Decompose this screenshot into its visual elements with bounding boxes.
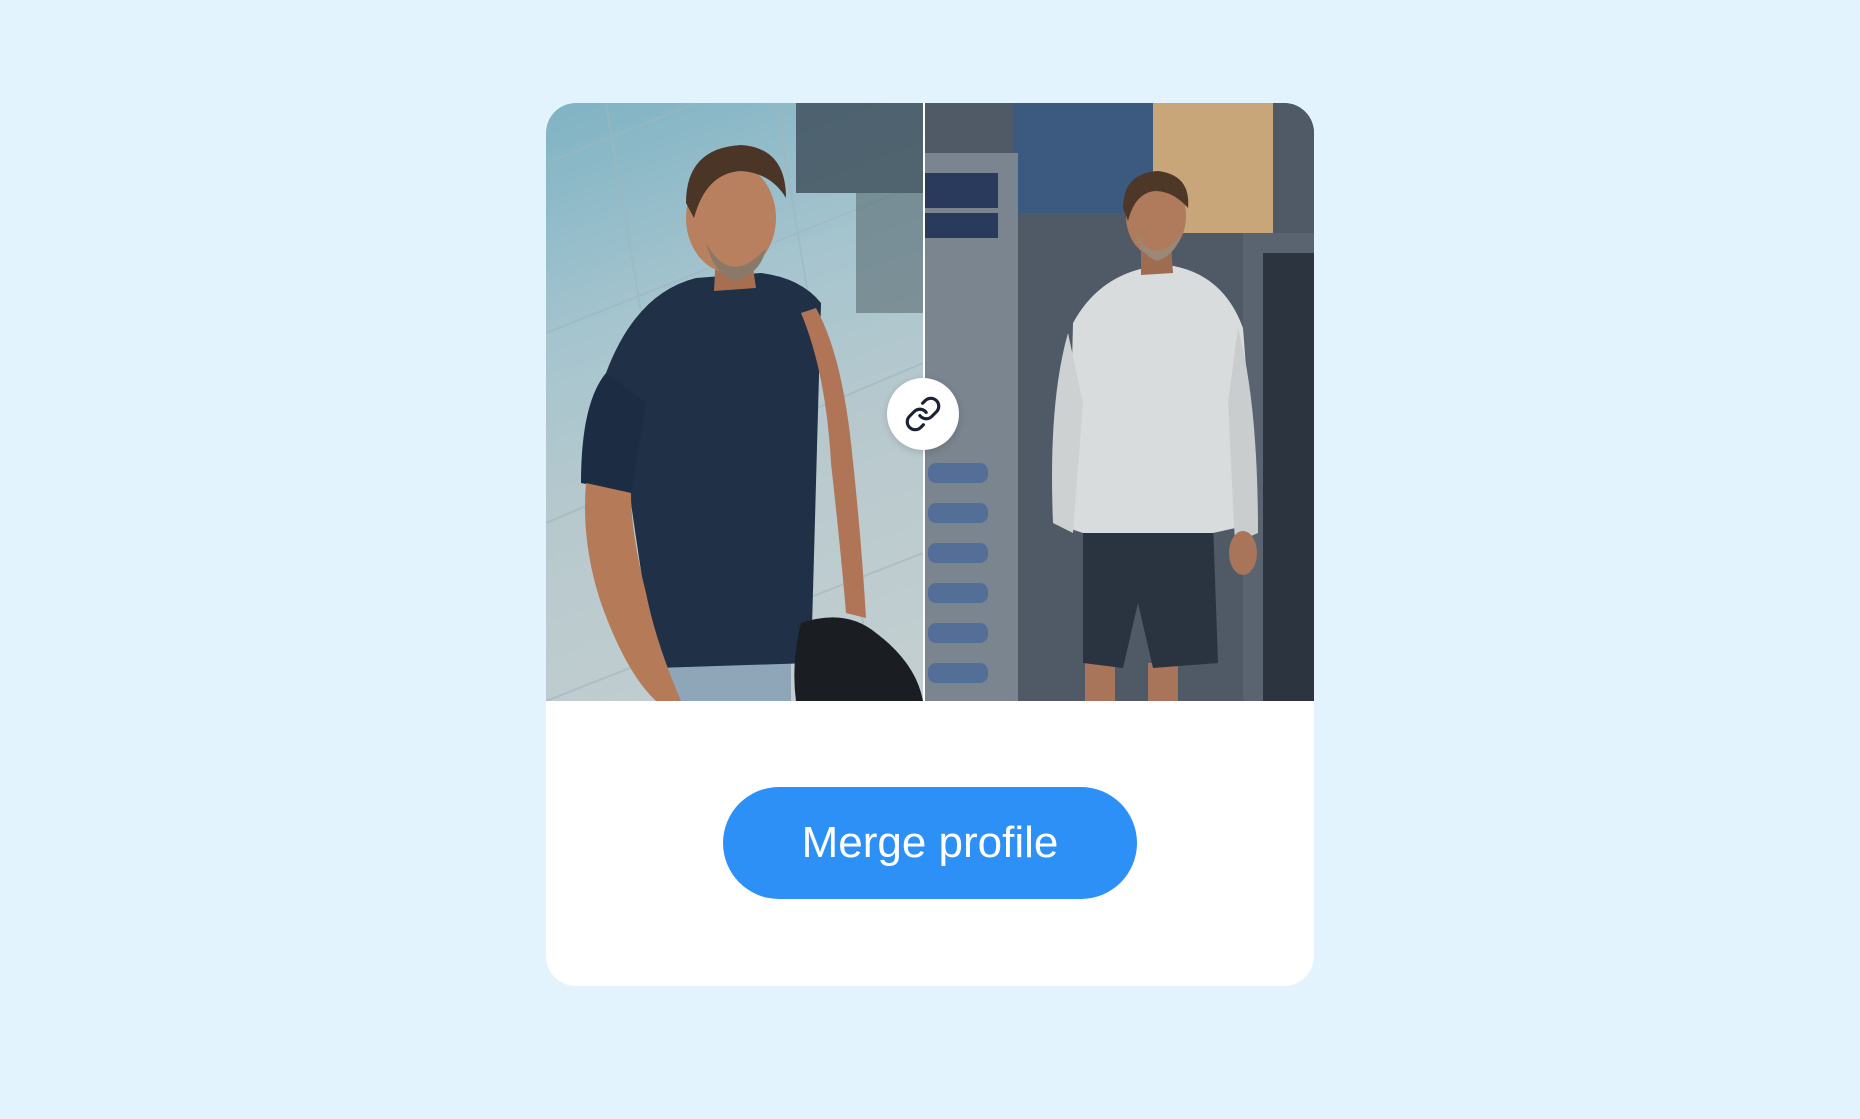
photo-comparison	[546, 103, 1314, 701]
right-person-photo	[923, 103, 1314, 701]
merge-card: Merge profile	[546, 103, 1314, 986]
right-person-illustration	[923, 103, 1314, 701]
link-icon	[905, 396, 941, 432]
left-person-illustration	[546, 103, 923, 701]
left-person-photo	[546, 103, 923, 701]
merge-profile-button[interactable]: Merge profile	[723, 787, 1137, 899]
link-badge	[887, 378, 959, 450]
